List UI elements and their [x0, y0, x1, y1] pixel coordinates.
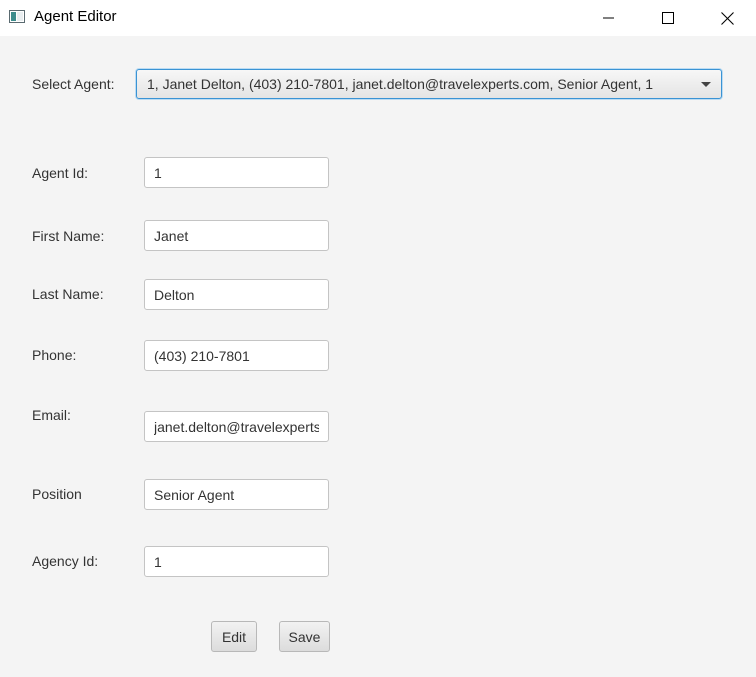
first-name-field[interactable]	[144, 220, 329, 251]
select-agent-value: 1, Janet Delton, (403) 210-7801, janet.d…	[147, 76, 654, 92]
first-name-label: First Name:	[32, 228, 105, 244]
phone-field[interactable]	[144, 340, 329, 371]
position-label: Position	[32, 486, 82, 502]
maximize-icon	[662, 12, 674, 24]
position-field[interactable]	[144, 479, 329, 510]
agency-id-field[interactable]	[144, 546, 329, 577]
minimize-icon	[603, 17, 614, 19]
minimize-button[interactable]	[586, 0, 632, 36]
close-button[interactable]	[704, 0, 750, 36]
select-agent-dropdown[interactable]: 1, Janet Delton, (403) 210-7801, janet.d…	[136, 69, 722, 99]
email-label: Email:	[32, 407, 71, 423]
maximize-button[interactable]	[645, 0, 691, 36]
title-bar: Agent Editor	[0, 0, 756, 36]
last-name-field[interactable]	[144, 279, 329, 310]
close-icon	[720, 11, 734, 25]
agent-id-field[interactable]	[144, 157, 329, 188]
email-field[interactable]	[144, 411, 329, 442]
phone-label: Phone:	[32, 347, 77, 363]
last-name-label: Last Name:	[32, 286, 104, 302]
save-button[interactable]: Save	[279, 621, 330, 652]
agent-id-label: Agent Id:	[32, 165, 89, 181]
app-window-icon	[9, 10, 25, 23]
window-title: Agent Editor	[34, 8, 117, 25]
chevron-down-icon	[701, 82, 711, 87]
select-agent-label: Select Agent:	[32, 76, 115, 92]
agency-id-label: Agency Id:	[32, 553, 99, 569]
edit-button[interactable]: Edit	[211, 621, 257, 652]
